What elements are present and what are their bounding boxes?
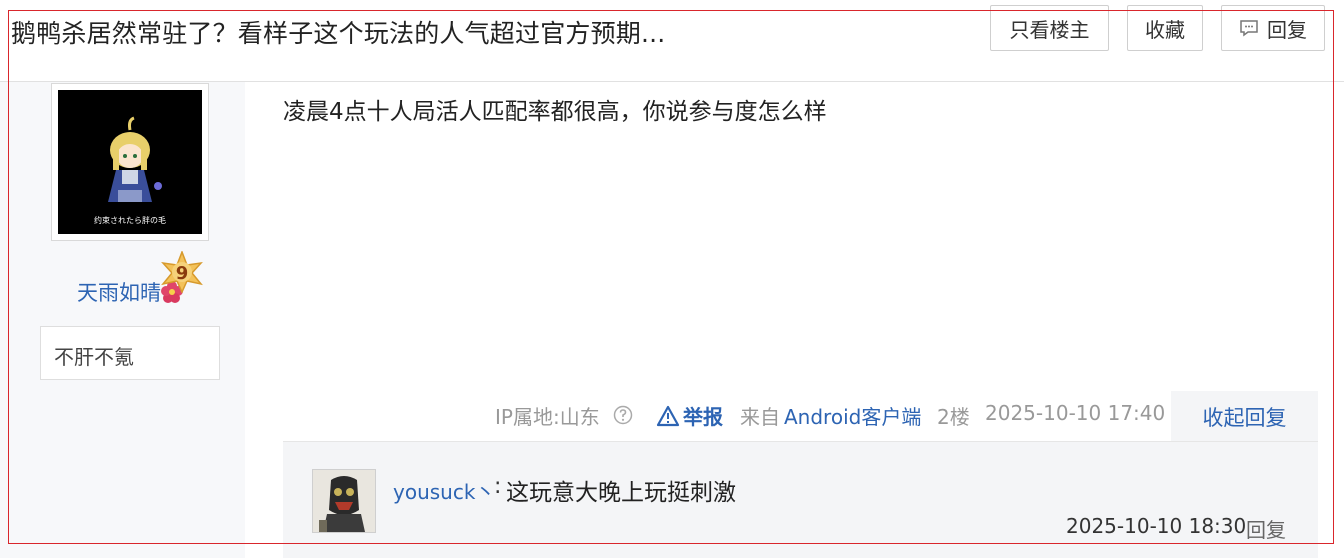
badge-level: 9 bbox=[176, 263, 189, 284]
reply-username[interactable]: yousuck丶 bbox=[393, 476, 495, 505]
client-link[interactable]: Android客户端 bbox=[784, 401, 921, 430]
post-content: 凌晨4点十人局活人匹配率都很高，你说参与度怎么样 bbox=[283, 99, 827, 125]
badge-title: 不肝不氪 bbox=[54, 345, 134, 369]
anime-character-icon: 约束されたら胖の毛 bbox=[58, 90, 202, 234]
author-column: 约束されたら胖の毛 天雨如晴 不肝不氪 bbox=[0, 82, 245, 558]
thread-header: 鹅鸭杀居然常驻了？看样子这个玩法的人气超过官方预期... 只看楼主 收藏 回复 bbox=[0, 0, 1344, 82]
favorite-button[interactable]: 收藏 bbox=[1127, 5, 1203, 51]
reply-date: 2025-10-10 18:30 bbox=[1066, 514, 1247, 538]
author-name[interactable]: 天雨如晴 bbox=[0, 277, 260, 307]
report-link[interactable]: 举报 bbox=[683, 401, 723, 430]
collapse-replies-button[interactable]: 收起回复 bbox=[1171, 391, 1318, 442]
reply-button[interactable]: 回复 bbox=[1221, 5, 1325, 51]
avatar-image: 约束されたら胖の毛 bbox=[58, 90, 202, 234]
from-label: 来自 bbox=[740, 405, 780, 429]
member-badge[interactable]: 不肝不氪 bbox=[40, 326, 220, 380]
reply-text: 这玩意大晚上玩挺刺激 bbox=[506, 480, 736, 506]
mask-figure-icon bbox=[313, 470, 375, 532]
help-circle-icon[interactable] bbox=[613, 405, 633, 425]
level-star-icon: 9 bbox=[161, 251, 203, 293]
reply-to-comment-link[interactable]: 回复 bbox=[1246, 514, 1286, 543]
post-date: 2025-10-10 17:40 bbox=[985, 401, 1166, 425]
post-meta: IP属地:山东 举报 来自 Android客户端 2楼 2025-10-10 1… bbox=[0, 401, 1170, 431]
reply-button-label: 回复 bbox=[1267, 17, 1307, 42]
floor-number: 2楼 bbox=[937, 405, 970, 429]
svg-text:约束されたら胖の毛: 约束されたら胖の毛 bbox=[94, 215, 166, 225]
reply-list: yousuck丶 : 这玩意大晚上玩挺刺激 2025-10-10 18:30 回… bbox=[283, 441, 1318, 558]
reply-avatar[interactable] bbox=[312, 469, 376, 533]
only-op-button[interactable]: 只看楼主 bbox=[990, 5, 1109, 51]
thread-title: 鹅鸭杀居然常驻了？看样子这个玩法的人气超过官方预期... bbox=[11, 19, 666, 48]
author-name-text: 天雨如晴 bbox=[77, 281, 161, 305]
comment-icon bbox=[1240, 20, 1258, 37]
warning-icon[interactable] bbox=[656, 405, 680, 427]
reply-colon: : bbox=[494, 474, 502, 499]
author-avatar[interactable]: 约束されたら胖の毛 bbox=[51, 83, 209, 241]
ip-location: IP属地:山东 bbox=[495, 405, 600, 429]
